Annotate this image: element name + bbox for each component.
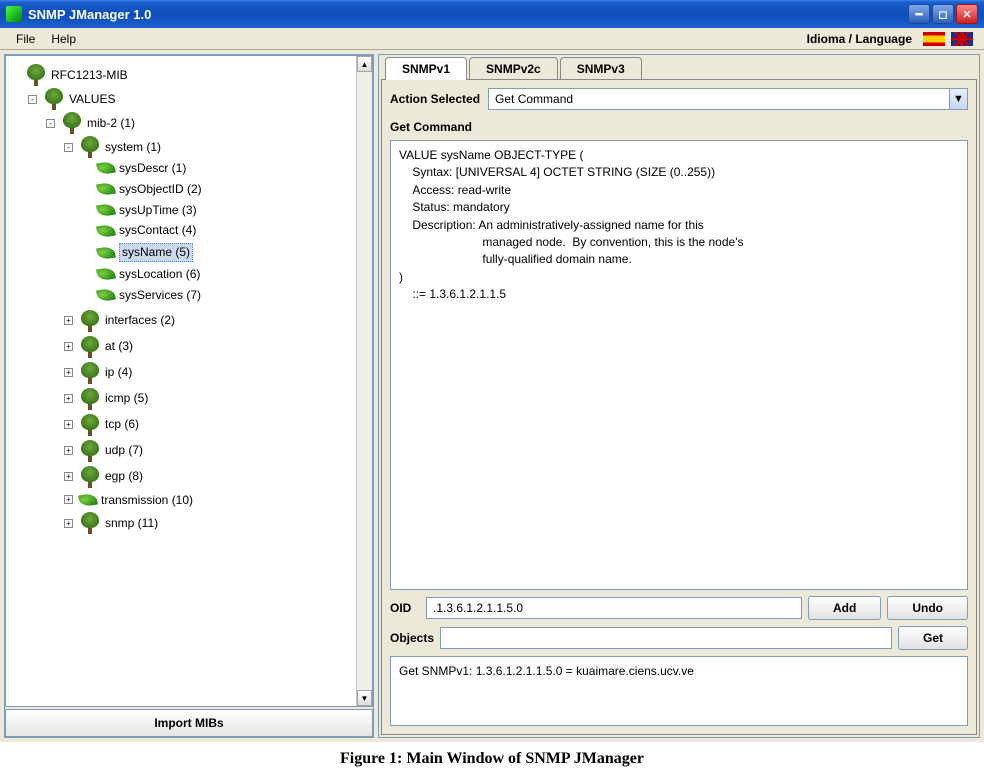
- leaf-icon: [96, 203, 116, 218]
- definition-text[interactable]: VALUE sysName OBJECT-TYPE ( Syntax: [UNI…: [390, 140, 968, 590]
- menu-help[interactable]: Help: [43, 30, 84, 48]
- tree-icon: [61, 112, 83, 134]
- tree-node[interactable]: +icmp (5): [64, 388, 352, 410]
- flag-english-icon[interactable]: [951, 32, 973, 46]
- tree-leaf[interactable]: sysObjectID (2): [82, 181, 352, 198]
- leaf-icon: [96, 288, 116, 303]
- tree-icon: [43, 88, 65, 110]
- tree-root[interactable]: RFC1213-MIB: [10, 64, 352, 86]
- tab-snmpv2c[interactable]: SNMPv2c: [469, 57, 558, 80]
- action-select-value[interactable]: [489, 89, 949, 109]
- mib-tree-panel: RFC1213-MIB - VALUES -: [4, 54, 374, 738]
- tree-node[interactable]: +udp (7): [64, 440, 352, 462]
- titlebar: SNMP JManager 1.0 ━ ◻ ✕: [0, 0, 984, 28]
- objects-input[interactable]: [440, 627, 892, 649]
- tree-icon: [79, 388, 101, 410]
- tree-leaf[interactable]: sysName (5): [82, 243, 352, 262]
- tab-snmpv1[interactable]: SNMPv1: [385, 57, 467, 80]
- action-selected-label: Action Selected: [390, 92, 480, 106]
- get-button[interactable]: Get: [898, 626, 968, 650]
- tab-snmpv3[interactable]: SNMPv3: [560, 57, 642, 80]
- tree-leaf[interactable]: sysDescr (1): [82, 160, 352, 177]
- tree-node[interactable]: +egp (8): [64, 466, 352, 488]
- leaf-icon: [78, 492, 98, 507]
- tree-icon: [79, 136, 101, 158]
- tree-leaf[interactable]: sysServices (7): [82, 287, 352, 304]
- tree-leaf[interactable]: sysUpTime (3): [82, 202, 352, 219]
- scroll-down-button[interactable]: ▼: [357, 690, 372, 706]
- tree-values[interactable]: - VALUES: [28, 88, 352, 110]
- tree-icon: [79, 310, 101, 332]
- tree-scrollbar[interactable]: ▲ ▼: [356, 56, 372, 706]
- tree-icon: [79, 362, 101, 384]
- menubar: File Help Idioma / Language: [0, 28, 984, 50]
- tree-node[interactable]: +snmp (11): [64, 512, 352, 534]
- action-select[interactable]: ▼: [488, 88, 968, 110]
- tree-node[interactable]: +interfaces (2): [64, 310, 352, 332]
- results-output: Get SNMPv1: 1.3.6.1.2.1.1.5.0 = kuaimare…: [390, 656, 968, 726]
- scroll-up-button[interactable]: ▲: [357, 56, 372, 72]
- tree-icon: [79, 466, 101, 488]
- tree-icon: [79, 512, 101, 534]
- objects-label: Objects: [390, 631, 434, 645]
- leaf-icon: [96, 161, 116, 176]
- app-icon: [6, 6, 22, 22]
- tree-node[interactable]: +tcp (6): [64, 414, 352, 436]
- import-mibs-button[interactable]: Import MIBs: [5, 709, 373, 737]
- close-button[interactable]: ✕: [956, 4, 978, 24]
- tree-node[interactable]: +ip (4): [64, 362, 352, 384]
- tree-mib2[interactable]: - mib-2 (1): [46, 112, 352, 134]
- oid-input[interactable]: [426, 597, 802, 619]
- tree-icon: [25, 64, 47, 86]
- snmp-tabs: SNMPv1 SNMPv2c SNMPv3: [381, 57, 977, 80]
- tree-icon: [79, 336, 101, 358]
- leaf-icon: [96, 267, 116, 282]
- leaf-icon: [96, 245, 116, 260]
- scroll-track[interactable]: [357, 72, 372, 690]
- menu-file[interactable]: File: [8, 30, 43, 48]
- undo-button[interactable]: Undo: [887, 596, 968, 620]
- add-button[interactable]: Add: [808, 596, 881, 620]
- window-title: SNMP JManager 1.0: [28, 7, 908, 22]
- leaf-icon: [96, 223, 116, 238]
- language-label: Idioma / Language: [807, 32, 912, 46]
- flag-spanish-icon[interactable]: [923, 32, 945, 46]
- action-panel: SNMPv1 SNMPv2c SNMPv3 Action Selected ▼ …: [378, 54, 980, 738]
- tree-icon: [79, 414, 101, 436]
- tree-icon: [79, 440, 101, 462]
- chevron-down-icon[interactable]: ▼: [949, 89, 967, 109]
- mib-tree[interactable]: RFC1213-MIB - VALUES -: [6, 56, 356, 706]
- minimize-button[interactable]: ━: [908, 4, 930, 24]
- tree-leaf[interactable]: sysLocation (6): [82, 266, 352, 283]
- maximize-button[interactable]: ◻: [932, 4, 954, 24]
- tree-leaf[interactable]: sysContact (4): [82, 222, 352, 239]
- figure-caption: Figure 1: Main Window of SNMP JManager: [0, 742, 984, 772]
- oid-label: OID: [390, 601, 420, 615]
- tree-node[interactable]: +transmission (10): [64, 492, 352, 509]
- tree-node[interactable]: +at (3): [64, 336, 352, 358]
- tree-system[interactable]: - system (1): [64, 136, 352, 158]
- get-command-label: Get Command: [390, 120, 968, 134]
- leaf-icon: [96, 182, 116, 197]
